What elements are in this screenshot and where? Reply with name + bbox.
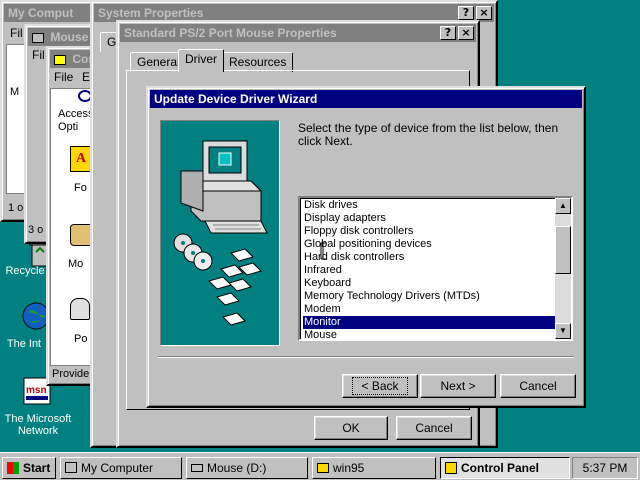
back-button[interactable]: < Back xyxy=(342,374,418,398)
list-item[interactable]: Modem xyxy=(303,303,557,316)
floppy-disks xyxy=(208,248,262,326)
taskbar-item-label: Control Panel xyxy=(461,461,540,475)
system-properties-close-button[interactable]: × xyxy=(476,6,492,20)
cd-discs xyxy=(173,233,213,271)
control-panel-small-icon xyxy=(54,54,66,65)
list-item[interactable]: Global positioning devices xyxy=(303,238,557,251)
fonts-icon[interactable]: A xyxy=(70,146,92,172)
my-computer-titlebar[interactable]: My Comput xyxy=(4,4,96,22)
drive-icon xyxy=(191,464,203,472)
system-tray-clock[interactable]: 5:37 PM xyxy=(572,457,638,479)
modems-label: Mo xyxy=(68,258,84,270)
computer-icon xyxy=(180,140,268,234)
mouse-properties-ok-button[interactable]: OK xyxy=(314,416,388,440)
update-driver-wizard-window[interactable]: Update Device Driver Wizard Select the t… xyxy=(146,86,586,408)
my-computer-fragment: M xyxy=(10,86,20,98)
control-panel-menu-file[interactable]: File xyxy=(54,70,73,84)
fonts-label: Fo xyxy=(74,182,87,194)
windows-logo-icon xyxy=(7,462,19,474)
control-panel-status: Provide xyxy=(52,368,90,380)
wizard-cancel-button[interactable]: Cancel xyxy=(500,374,576,398)
list-item-selected[interactable]: Monitor xyxy=(303,316,557,329)
folder-icon xyxy=(317,463,329,473)
mouse-title: Mouse xyxy=(50,30,89,44)
mouse-cursor-icon xyxy=(320,242,330,262)
taskbar-item-control-panel[interactable]: Control Panel xyxy=(440,457,570,479)
scroll-down-button[interactable]: ▼ xyxy=(555,323,571,339)
recycle-bin-label: Recycle xyxy=(5,265,45,277)
control-panel-icon xyxy=(445,462,457,474)
list-item[interactable]: Display adapters xyxy=(303,212,557,225)
mouse-properties-close-button[interactable]: × xyxy=(458,26,474,40)
svg-text:msn: msn xyxy=(26,385,47,396)
taskbar-item-mouse[interactable]: Mouse (D:) xyxy=(186,457,308,479)
scroll-up-button[interactable]: ▲ xyxy=(555,198,571,214)
mouse-status: 3 o xyxy=(28,224,44,236)
list-item[interactable]: Floppy disk controllers xyxy=(303,225,557,238)
list-item[interactable]: Hard disk controllers xyxy=(303,251,557,264)
power-label: Po xyxy=(74,333,88,345)
mouse-drive-icon xyxy=(32,32,44,43)
tab-resources[interactable]: Resources xyxy=(222,52,294,72)
system-properties-title: System Properties xyxy=(98,6,204,20)
taskbar-item-label: My Computer xyxy=(81,461,154,475)
list-item[interactable]: Infrared xyxy=(303,264,557,277)
power-icon[interactable] xyxy=(70,298,90,320)
start-button[interactable]: Start xyxy=(2,457,56,479)
list-item[interactable]: Memory Technology Drivers (MTDs) xyxy=(303,290,557,303)
back-button-focus: < Back xyxy=(352,377,408,395)
next-button[interactable]: Next > xyxy=(420,374,496,398)
taskbar-item-label: Mouse (D:) xyxy=(207,461,267,475)
list-item[interactable]: Keyboard xyxy=(303,277,557,290)
device-type-list[interactable]: Disk drives Display adapters Floppy disk… xyxy=(298,196,573,341)
my-computer-icon xyxy=(65,462,77,473)
taskbar-item-my-computer[interactable]: My Computer xyxy=(60,457,182,479)
internet-label: The Int xyxy=(6,338,42,350)
wizard-illustration xyxy=(160,120,280,346)
device-list-scrollbar[interactable]: ▲ ▼ xyxy=(555,198,571,339)
system-properties-help-button[interactable]: ? xyxy=(458,6,474,20)
list-item[interactable]: Mouse xyxy=(303,329,557,339)
mouse-properties-cancel-button[interactable]: Cancel xyxy=(396,416,472,440)
mouse-properties-help-button[interactable]: ? xyxy=(440,26,456,40)
start-label: Start xyxy=(23,461,51,475)
mouse-menu-file[interactable]: Fil xyxy=(32,48,45,62)
my-computer-title: My Comput xyxy=(8,6,74,20)
mouse-properties-title: Standard PS/2 Port Mouse Properties xyxy=(124,26,337,40)
wizard-titlebar[interactable]: Update Device Driver Wizard xyxy=(150,90,582,108)
my-computer-status: 1 o xyxy=(8,202,24,214)
list-item[interactable]: Disk drives xyxy=(303,199,557,212)
my-computer-menu-file[interactable]: Fil xyxy=(10,26,23,40)
msn-label: The Microsoft Network xyxy=(4,413,72,437)
wizard-separator xyxy=(158,356,574,358)
taskbar-item-label: win95 xyxy=(333,461,365,475)
control-panel-menu-edit[interactable]: E xyxy=(82,70,90,84)
wizard-instruction: Select the type of device from the list … xyxy=(298,121,559,148)
taskbar: Start My Computer Mouse (D:) win95 Contr… xyxy=(0,452,640,480)
taskbar-item-win95[interactable]: win95 xyxy=(312,457,436,479)
mouse-properties-titlebar[interactable]: Standard PS/2 Port Mouse Properties xyxy=(120,24,476,42)
scroll-thumb[interactable] xyxy=(555,226,571,274)
wizard-title: Update Device Driver Wizard xyxy=(154,92,318,106)
tab-driver[interactable]: Driver xyxy=(178,49,224,72)
